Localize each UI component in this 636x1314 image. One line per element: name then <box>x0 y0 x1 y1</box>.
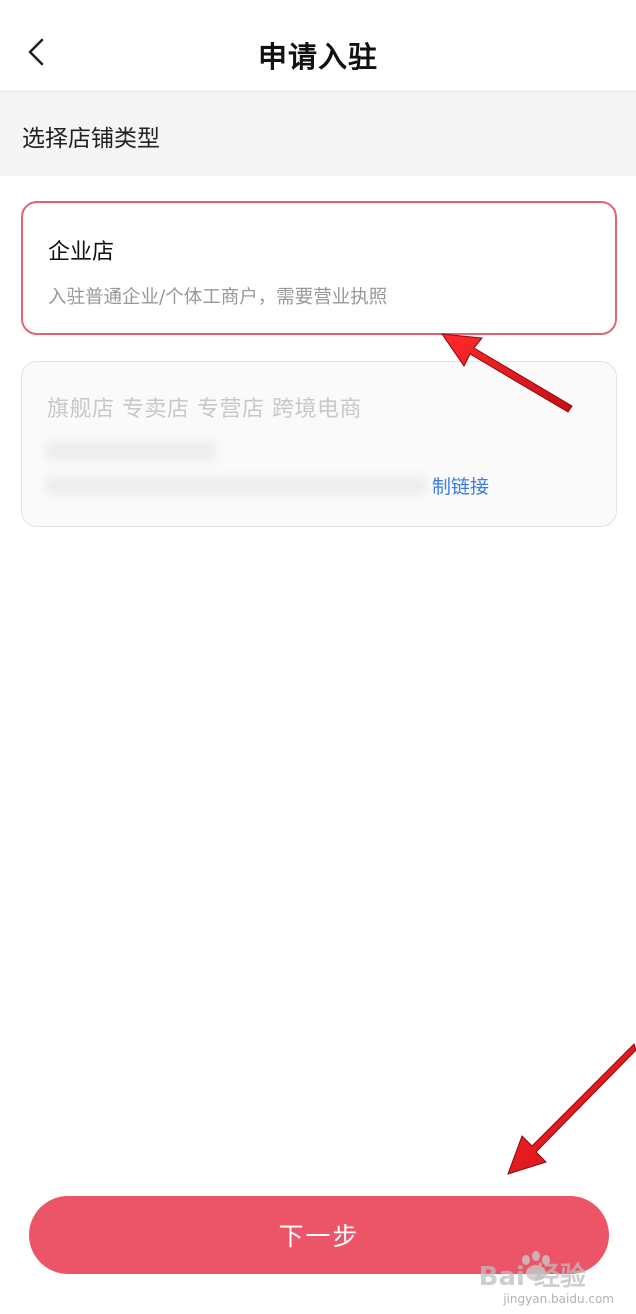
store-type-card-enterprise[interactable]: 企业店 入驻普通企业/个体工商户，需要营业执照 <box>21 201 617 335</box>
copy-link[interactable]: 制链接 <box>432 472 489 499</box>
watermark-logo: Bai 经验 <box>478 1262 586 1292</box>
section-header: 选择店铺类型 <box>0 92 636 176</box>
watermark: Bai 经验 jingyan.baidu.com <box>474 1251 624 1308</box>
section-title: 选择店铺类型 <box>22 126 160 152</box>
nav-bar: 申请入驻 <box>0 0 636 92</box>
watermark-url: jingyan.baidu.com <box>503 1292 614 1306</box>
annotation-arrow-icon <box>507 1043 636 1175</box>
page-title: 申请入驻 <box>257 40 378 74</box>
blurred-text <box>46 442 216 460</box>
store-type-card-flagship[interactable]: 旗舰店 专卖店 专营店 跨境电商 制链接 <box>21 361 617 527</box>
card-title: 企业店 <box>48 240 115 265</box>
blurred-text <box>46 477 426 495</box>
card-title: 旗舰店 专卖店 专营店 跨境电商 <box>47 397 362 422</box>
card-description: 入驻普通企业/个体工商户，需要营业执照 <box>48 287 388 308</box>
